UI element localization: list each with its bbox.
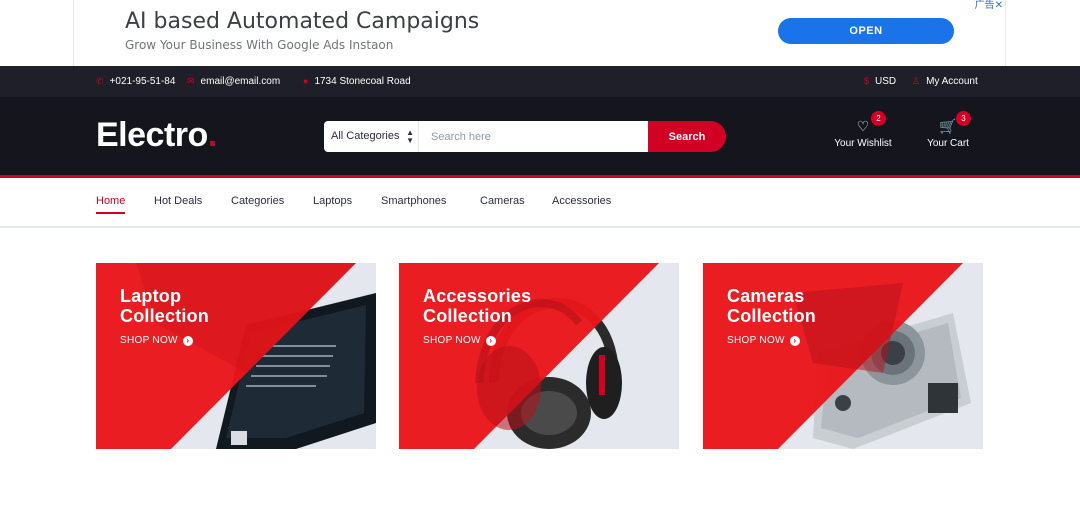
shopping-cart-icon: 🛒 3 [925, 111, 971, 134]
collection-title: Cameras Collection [727, 286, 816, 326]
collection-title-line2: Collection [423, 306, 513, 326]
wishlist-label: Your Wishlist [834, 138, 892, 149]
currency-link[interactable]: $ USD [864, 66, 896, 97]
header-phone: +021-95-51-84 [109, 76, 176, 87]
ad-subtitle: Grow Your Business With Google Ads Insta… [125, 38, 394, 52]
select-arrows-icon: ▲ ▼ [406, 127, 414, 145]
heart-icon: ♡ 2 [832, 111, 894, 134]
nav-item-laptops[interactable]: Laptops [313, 195, 352, 207]
category-select[interactable]: All Categories ▲ ▼ [324, 121, 419, 152]
collection-title: Laptop Collection [120, 286, 209, 326]
logo-text: Electro [96, 116, 208, 154]
wishlist-badge: 2 [871, 111, 886, 126]
nav-item-hot-deals[interactable]: Hot Deals [154, 195, 202, 207]
shop-now-label: SHOP NOW [423, 335, 481, 346]
wishlist-link[interactable]: ♡ 2 Your Wishlist [832, 111, 894, 149]
cart-badge: 3 [956, 111, 971, 126]
my-account-label: My Account [926, 76, 978, 87]
cart-link[interactable]: 🛒 3 Your Cart [925, 111, 971, 149]
header-address: 1734 Stonecoal Road [314, 76, 411, 87]
nav-item-cameras[interactable]: Cameras [480, 195, 525, 207]
shop-laptop-collection[interactable]: Laptop Collection SHOP NOW › [96, 263, 376, 449]
search-button[interactable]: Search [648, 121, 726, 152]
currency-label: USD [875, 76, 897, 87]
main-header: Electro. All Categories ▲▼ Search ♡2 You… [0, 97, 1080, 178]
arrow-circle-right-icon: › [485, 336, 496, 346]
map-marker-icon: ● [303, 76, 309, 86]
shop-now-link[interactable]: SHOP NOW › [423, 335, 496, 346]
collection-title-line1: Cameras [727, 286, 805, 306]
arrow-circle-right-icon: › [182, 336, 193, 346]
top-header: ✆ +021-95-51-84 ✉ email@email.com ● 1734 St… [0, 66, 1080, 97]
cart-label: Your Cart [927, 138, 969, 149]
nav-item-accessories[interactable]: Accessories [552, 195, 611, 207]
arrow-circle-right-icon: › [789, 336, 800, 346]
shop-cameras-collection[interactable]: Cameras Collection SHOP NOW › [703, 263, 983, 449]
nav-item-categories[interactable]: Categories [231, 195, 284, 207]
header-email-link[interactable]: ✉ email@email.com [187, 66, 280, 97]
envelope-icon: ✉ [187, 76, 195, 86]
user-icon: ♙ [912, 76, 921, 86]
site-logo[interactable]: Electro. [96, 116, 217, 155]
logo-dot: . [207, 116, 217, 154]
shop-now-label: SHOP NOW [120, 335, 178, 346]
collection-title: Accessories Collection [423, 286, 531, 326]
collection-title-line1: Accessories [423, 286, 532, 306]
my-account-link[interactable]: ♙ My Account [912, 66, 978, 97]
shop-now-label: SHOP NOW [727, 335, 785, 346]
shop-now-link[interactable]: SHOP NOW › [120, 335, 193, 346]
header-address-link[interactable]: ● 1734 Stonecoal Road [303, 66, 411, 97]
collection-title-line1: Laptop [120, 286, 182, 306]
header-phone-link[interactable]: ✆ +021-95-51-84 [96, 66, 175, 97]
shop-accessories-collection[interactable]: Accessories Collection SHOP NOW › [399, 263, 679, 449]
search-form: All Categories ▲ ▼ Search [324, 121, 726, 152]
main-navigation: Home Hot Deals Categories Laptops Smartp… [0, 178, 1080, 228]
collection-title-line2: Collection [727, 306, 817, 326]
nav-item-home[interactable]: Home [96, 195, 126, 214]
header-email: email@email.com [200, 76, 281, 87]
dollar-icon: $ [864, 76, 870, 86]
nav-item-smartphones[interactable]: Smartphones [381, 195, 446, 207]
shop-now-link[interactable]: SHOP NOW › [727, 335, 800, 346]
category-select-value: All Categories [331, 130, 400, 142]
ad-title[interactable]: AI based Automated Campaigns [125, 9, 479, 34]
ad-choices-icon[interactable]: 广告✕ [975, 0, 1003, 11]
ad-banner[interactable]: AI based Automated Campaigns Grow Your B… [73, 0, 1006, 66]
ad-open-button[interactable]: OPEN [778, 18, 954, 44]
collection-title-line2: Collection [120, 306, 210, 326]
search-input[interactable] [419, 121, 649, 152]
phone-icon: ✆ [96, 76, 104, 86]
